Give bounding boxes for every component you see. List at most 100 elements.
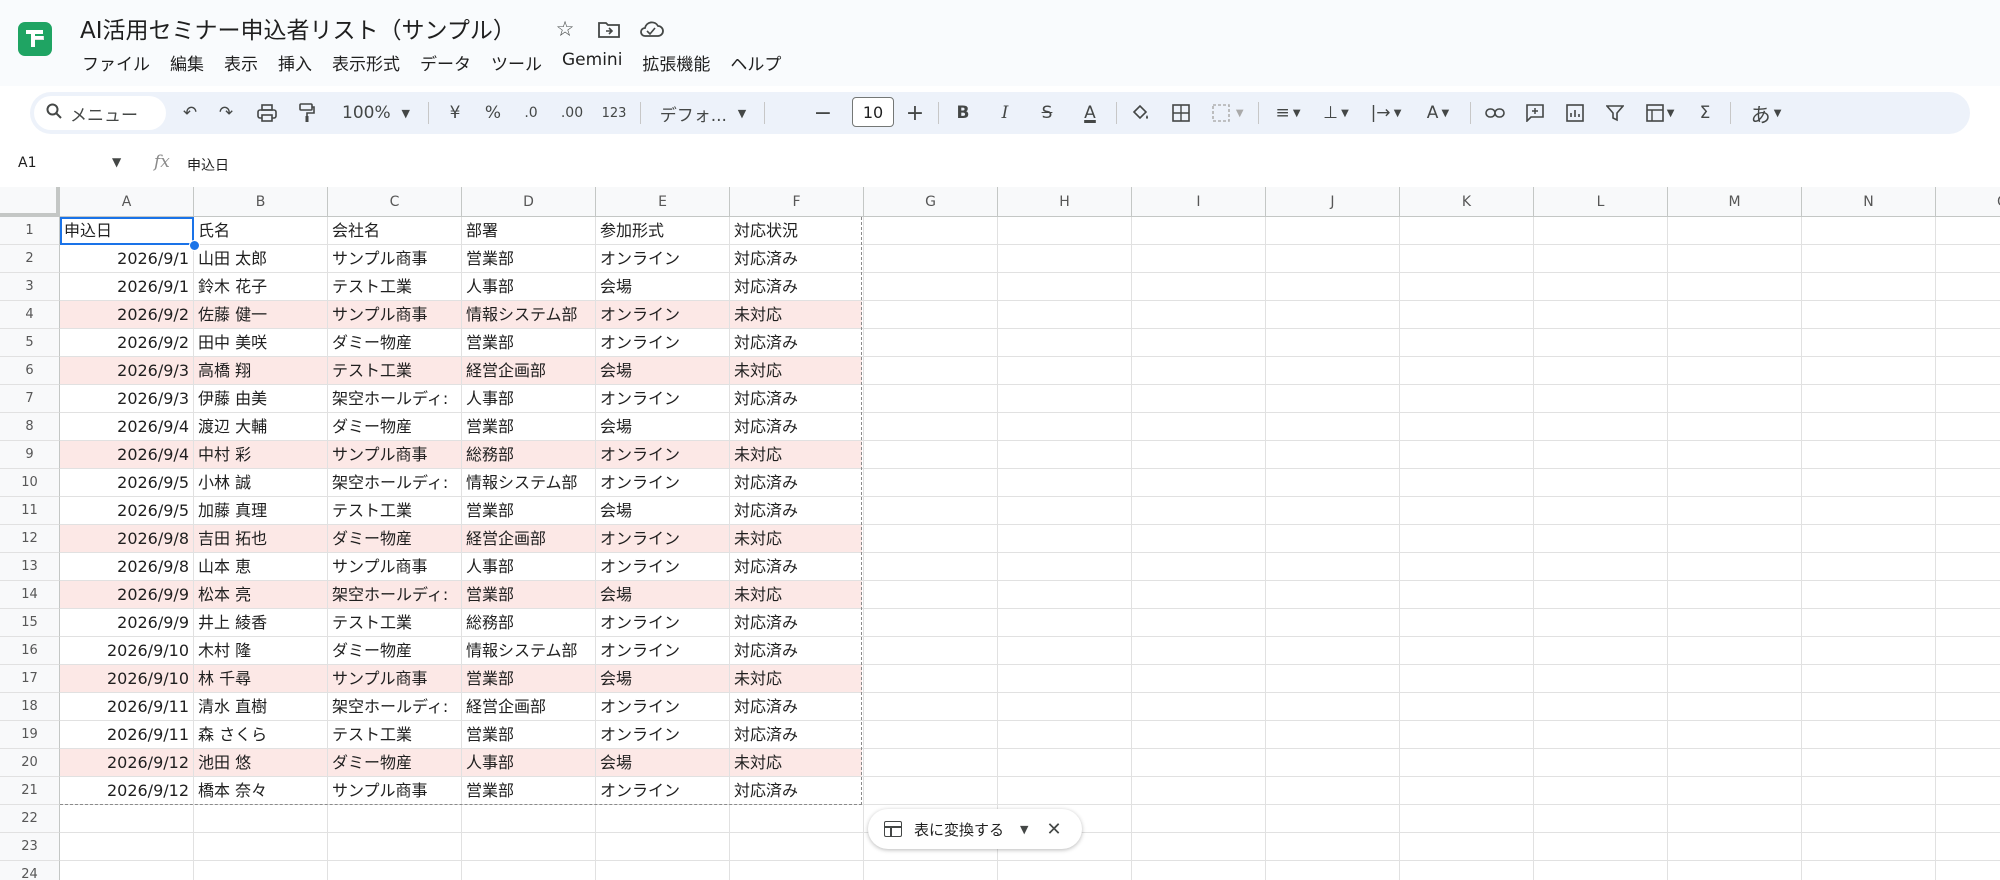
merge-cells-icon[interactable]: ▼ xyxy=(1206,92,1250,134)
move-to-folder-icon[interactable] xyxy=(594,14,624,44)
cell[interactable] xyxy=(1534,469,1668,497)
cell[interactable] xyxy=(1132,581,1266,609)
cell[interactable] xyxy=(864,413,998,441)
column-header-b[interactable]: B xyxy=(194,187,328,217)
cell[interactable] xyxy=(998,525,1132,553)
cell[interactable] xyxy=(1400,245,1534,273)
cell[interactable] xyxy=(1802,609,1936,637)
cell[interactable] xyxy=(1400,581,1534,609)
increase-decimal-button[interactable]: .00 xyxy=(552,92,592,134)
cell[interactable] xyxy=(1534,833,1668,861)
cell[interactable] xyxy=(1400,553,1534,581)
cell[interactable] xyxy=(1534,553,1668,581)
select-all-corner[interactable] xyxy=(0,187,60,217)
cell[interactable] xyxy=(1936,217,2000,245)
cell[interactable] xyxy=(1266,301,1400,329)
cell[interactable] xyxy=(1400,777,1534,805)
cell[interactable] xyxy=(1132,413,1266,441)
column-header-g[interactable]: G xyxy=(864,187,998,217)
cell[interactable] xyxy=(1132,721,1266,749)
cell[interactable] xyxy=(1668,665,1802,693)
cell[interactable] xyxy=(998,721,1132,749)
cell[interactable] xyxy=(1936,301,2000,329)
cell[interactable] xyxy=(998,441,1132,469)
cell[interactable] xyxy=(1802,357,1936,385)
cell[interactable] xyxy=(1132,637,1266,665)
cell[interactable] xyxy=(1668,441,1802,469)
cell[interactable] xyxy=(864,217,998,245)
cell[interactable] xyxy=(1400,385,1534,413)
cell[interactable] xyxy=(1266,777,1400,805)
menu-extensions[interactable]: 拡張機能 xyxy=(632,50,720,75)
cell[interactable] xyxy=(1668,469,1802,497)
cell[interactable] xyxy=(1132,441,1266,469)
row-header[interactable]: 15 xyxy=(0,609,60,637)
cell[interactable] xyxy=(1400,833,1534,861)
strikethrough-button[interactable]: S xyxy=(1032,92,1062,134)
vertical-align-icon[interactable]: ⊥ ▼ xyxy=(1314,92,1358,134)
cell[interactable] xyxy=(1400,665,1534,693)
cell[interactable] xyxy=(998,273,1132,301)
sheets-logo-icon[interactable] xyxy=(18,22,52,56)
column-header-l[interactable]: L xyxy=(1534,187,1668,217)
cell[interactable] xyxy=(1266,581,1400,609)
row-header[interactable]: 3 xyxy=(0,273,60,301)
cell[interactable] xyxy=(1936,749,2000,777)
menu-tools[interactable]: ツール xyxy=(481,50,552,75)
redo-icon[interactable]: ↷ xyxy=(212,92,240,134)
cell[interactable] xyxy=(864,749,998,777)
cell[interactable] xyxy=(1266,609,1400,637)
cell[interactable] xyxy=(1400,721,1534,749)
cell[interactable] xyxy=(1936,693,2000,721)
cell[interactable] xyxy=(1936,329,2000,357)
cell[interactable] xyxy=(1936,609,2000,637)
menu-file[interactable]: ファイル xyxy=(72,50,160,75)
cell[interactable] xyxy=(1400,441,1534,469)
cell[interactable] xyxy=(462,861,596,880)
cell[interactable] xyxy=(1132,357,1266,385)
cell[interactable] xyxy=(1802,777,1936,805)
column-header-j[interactable]: J xyxy=(1266,187,1400,217)
text-rotation-icon[interactable]: A ▼ xyxy=(1414,92,1462,134)
cell[interactable] xyxy=(1534,497,1668,525)
cell[interactable] xyxy=(1132,609,1266,637)
cell[interactable] xyxy=(1802,497,1936,525)
menu-edit[interactable]: 編集 xyxy=(160,50,214,75)
cell[interactable] xyxy=(998,329,1132,357)
zoom-select[interactable]: 100% ▼ xyxy=(336,92,416,134)
cell[interactable] xyxy=(1266,805,1400,833)
cell[interactable] xyxy=(730,861,864,880)
cell[interactable] xyxy=(1400,413,1534,441)
borders-icon[interactable] xyxy=(1166,92,1196,134)
column-header-a[interactable]: A xyxy=(60,187,194,217)
cell[interactable] xyxy=(998,665,1132,693)
cell[interactable] xyxy=(1400,525,1534,553)
cell[interactable] xyxy=(1802,413,1936,441)
cell[interactable] xyxy=(1400,693,1534,721)
row-header[interactable]: 22 xyxy=(0,805,60,833)
text-color-button[interactable]: A xyxy=(1074,92,1106,134)
cell[interactable] xyxy=(1668,217,1802,245)
cell[interactable] xyxy=(1668,245,1802,273)
cell[interactable] xyxy=(194,833,328,861)
cell[interactable] xyxy=(596,833,730,861)
cell[interactable] xyxy=(596,861,730,880)
cell[interactable] xyxy=(462,833,596,861)
cell[interactable] xyxy=(1802,553,1936,581)
cell[interactable] xyxy=(998,413,1132,441)
cell[interactable] xyxy=(1534,301,1668,329)
menu-format[interactable]: 表示形式 xyxy=(322,50,410,75)
cell[interactable] xyxy=(864,861,998,880)
column-header-d[interactable]: D xyxy=(462,187,596,217)
cell[interactable] xyxy=(1132,861,1266,880)
cell[interactable] xyxy=(1802,833,1936,861)
cell[interactable] xyxy=(1936,497,2000,525)
cell[interactable] xyxy=(1266,833,1400,861)
cell[interactable] xyxy=(1534,777,1668,805)
cell[interactable] xyxy=(1400,469,1534,497)
cell[interactable] xyxy=(1668,721,1802,749)
cell[interactable] xyxy=(864,553,998,581)
cell[interactable] xyxy=(1668,861,1802,880)
row-header[interactable]: 21 xyxy=(0,777,60,805)
cell[interactable] xyxy=(864,357,998,385)
